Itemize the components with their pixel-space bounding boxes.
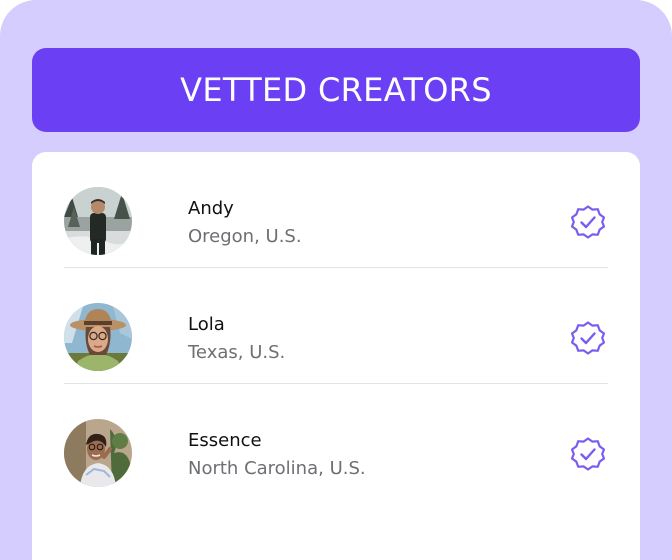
creators-list: Andy Oregon, U.S. Lola Texas, U.S. Essen… [32,152,640,560]
list-item[interactable]: Essence North Carolina, U.S. [64,384,608,500]
creator-location: Texas, U.S. [188,342,286,363]
verified-badge-icon [570,321,606,355]
header-banner: VETTED CREATORS [32,48,640,132]
verified-badge-icon [570,205,606,239]
creators-panel: VETTED CREATORS Andy Oregon, U.S. Lola T… [0,0,672,560]
creator-name: Andy [188,198,234,219]
creator-name: Lola [188,314,225,335]
header-title: VETTED CREATORS [180,71,492,109]
creator-location: Oregon, U.S. [188,226,302,247]
creator-name: Essence [188,430,262,451]
creator-location: North Carolina, U.S. [188,458,366,479]
avatar [64,303,132,371]
verified-badge-icon [570,437,606,471]
avatar [64,419,132,487]
list-item[interactable]: Lola Texas, U.S. [64,268,608,384]
avatar [64,187,132,255]
list-item[interactable]: Andy Oregon, U.S. [64,152,608,268]
